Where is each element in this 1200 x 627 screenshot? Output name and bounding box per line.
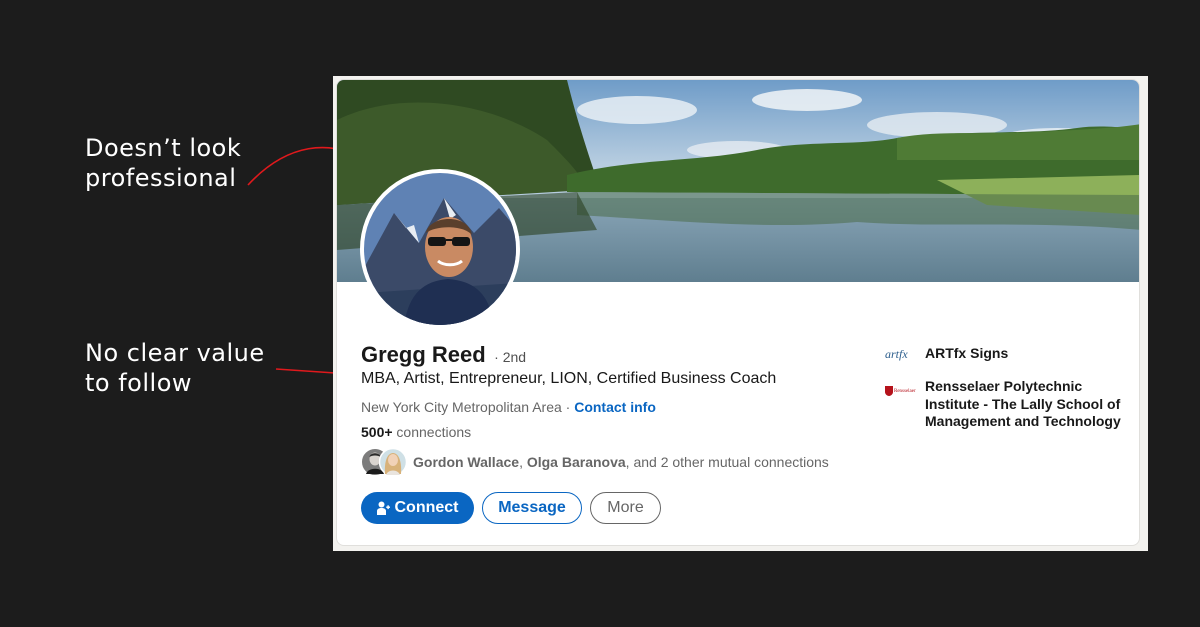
profile-location: New York City Metropolitan Area · — [361, 399, 575, 415]
mutual-name-2[interactable]: Olga Baranova — [527, 454, 626, 470]
experience-name: Rensselaer Polytechnic Institute - The L… — [925, 378, 1121, 429]
message-button[interactable]: Message — [482, 492, 582, 524]
mutual-avatar-2 — [379, 448, 407, 476]
connect-label: Connect — [394, 499, 459, 516]
more-button[interactable]: More — [590, 492, 661, 524]
connections-count[interactable]: 500+ connections — [361, 424, 471, 440]
connect-button[interactable]: Connect — [361, 492, 474, 524]
contact-info-link[interactable]: Contact info — [574, 399, 656, 415]
rensselaer-logo-text: Rensselaer — [894, 388, 916, 394]
profile-photo[interactable] — [360, 169, 520, 329]
connections-label: connections — [392, 424, 472, 440]
experience-name: ARTfx Signs — [925, 345, 1009, 361]
message-label: Message — [498, 499, 566, 516]
rensselaer-logo: Rensselaer — [885, 384, 919, 398]
profile-card-frame: Gregg Reed · 2nd MBA, Artist, Entreprene… — [333, 76, 1148, 551]
connection-degree: · 2nd — [494, 349, 527, 365]
mutual-separator: , — [519, 454, 527, 470]
add-person-icon — [376, 501, 390, 515]
profile-card: Gregg Reed · 2nd MBA, Artist, Entreprene… — [336, 79, 1140, 546]
mutual-connections-text: Gordon Wallace, Olga Baranova, and 2 oth… — [413, 454, 829, 470]
artfx-logo-text: artfx — [885, 347, 908, 361]
mutual-avatars — [361, 448, 407, 476]
rensselaer-seal-icon — [885, 386, 893, 396]
profile-headline: MBA, Artist, Entrepreneur, LION, Certifi… — [361, 370, 777, 387]
connections-number: 500+ — [361, 424, 393, 440]
profile-photo-image — [364, 173, 516, 325]
profile-name: Gregg Reed — [361, 342, 486, 367]
name-row: Gregg Reed · 2nd — [361, 342, 526, 368]
artfx-logo: artfx — [885, 345, 919, 361]
mutual-rest: , and 2 other mutual connections — [625, 454, 829, 470]
location-row: New York City Metropolitan Area · Contac… — [361, 399, 656, 415]
mutual-name-1[interactable]: Gordon Wallace — [413, 454, 519, 470]
more-label: More — [607, 499, 644, 516]
